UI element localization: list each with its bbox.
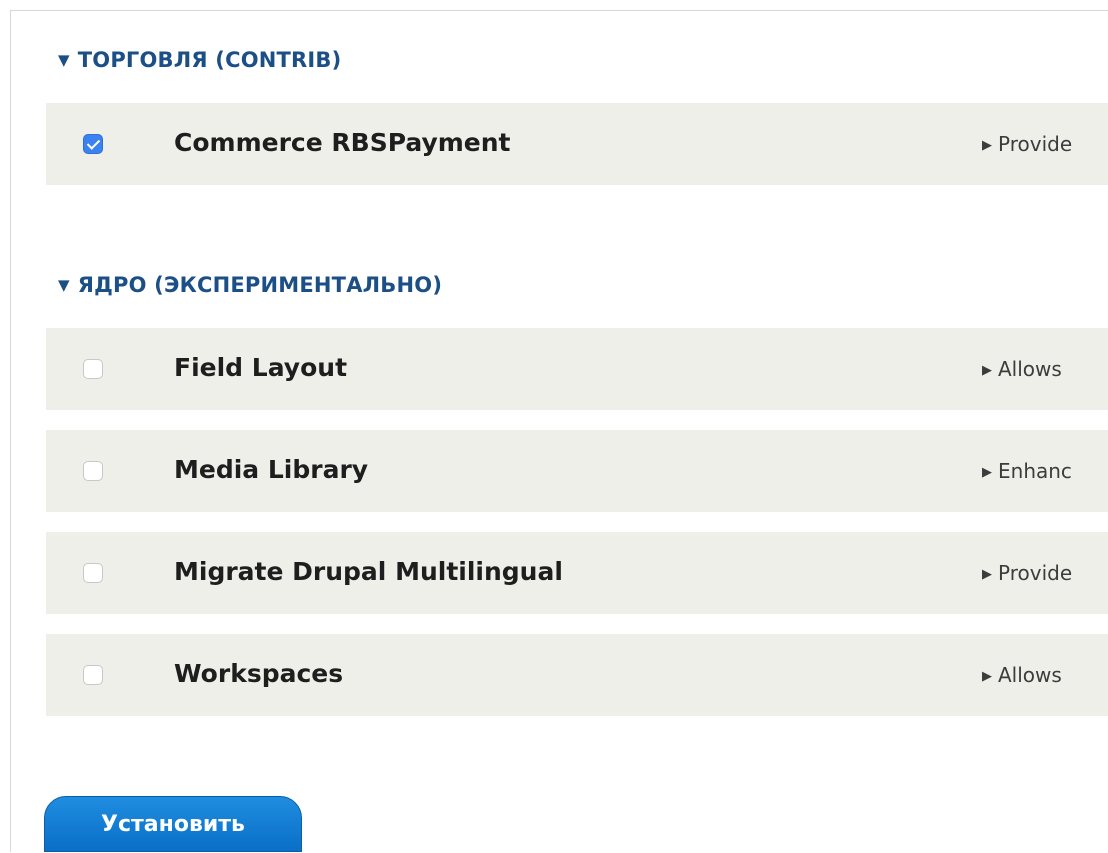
triangle-down-icon: ▼ bbox=[58, 51, 70, 69]
module-row: Workspaces ▶ Allows bbox=[46, 634, 1108, 716]
module-row: Migrate Drupal Multilingual ▶ Provide bbox=[46, 532, 1108, 614]
module-description: Allows bbox=[998, 357, 1062, 381]
module-description-toggle[interactable]: ▶ Provide bbox=[982, 561, 1108, 585]
module-checkbox[interactable] bbox=[83, 134, 103, 154]
triangle-right-icon: ▶ bbox=[982, 138, 992, 153]
module-checkbox[interactable] bbox=[83, 563, 103, 583]
section-toggle-commerce-contrib[interactable]: ▼ ТОРГОВЛЯ (CONTRIB) bbox=[58, 48, 341, 72]
module-row: Field Layout ▶ Allows bbox=[46, 328, 1108, 410]
module-description-toggle[interactable]: ▶ Allows bbox=[982, 663, 1108, 687]
module-name: Media Library bbox=[174, 455, 369, 484]
triangle-right-icon: ▶ bbox=[982, 567, 992, 582]
module-row: Media Library ▶ Enhanc bbox=[46, 430, 1108, 512]
triangle-right-icon: ▶ bbox=[982, 669, 992, 684]
module-description-toggle[interactable]: ▶ Allows bbox=[982, 357, 1108, 381]
module-name: Commerce RBSPayment bbox=[174, 128, 511, 157]
triangle-down-icon: ▼ bbox=[58, 276, 70, 294]
section-title: ТОРГОВЛЯ (CONTRIB) bbox=[77, 48, 342, 72]
module-description-toggle[interactable]: ▶ Provide bbox=[982, 132, 1108, 156]
module-checkbox[interactable] bbox=[83, 461, 103, 481]
triangle-right-icon: ▶ bbox=[982, 363, 992, 378]
module-description-toggle[interactable]: ▶ Enhanc bbox=[982, 459, 1108, 483]
module-description: Enhanc bbox=[998, 459, 1072, 483]
module-description: Provide bbox=[998, 132, 1073, 156]
section-title: ЯДРО (ЭКСПЕРИМЕНТАЛЬНО) bbox=[77, 273, 443, 297]
module-checkbox[interactable] bbox=[83, 359, 103, 379]
module-description: Allows bbox=[998, 663, 1062, 687]
module-name: Field Layout bbox=[174, 353, 348, 382]
section-toggle-core-experimental[interactable]: ▼ ЯДРО (ЭКСПЕРИМЕНТАЛЬНО) bbox=[58, 273, 442, 297]
module-checkbox[interactable] bbox=[83, 665, 103, 685]
module-name: Workspaces bbox=[174, 659, 344, 688]
triangle-right-icon: ▶ bbox=[982, 465, 992, 480]
module-row: Commerce RBSPayment ▶ Provide bbox=[46, 103, 1108, 185]
module-description: Provide bbox=[998, 561, 1073, 585]
install-button[interactable]: Установить bbox=[44, 796, 302, 852]
module-name: Migrate Drupal Multilingual bbox=[174, 557, 563, 586]
